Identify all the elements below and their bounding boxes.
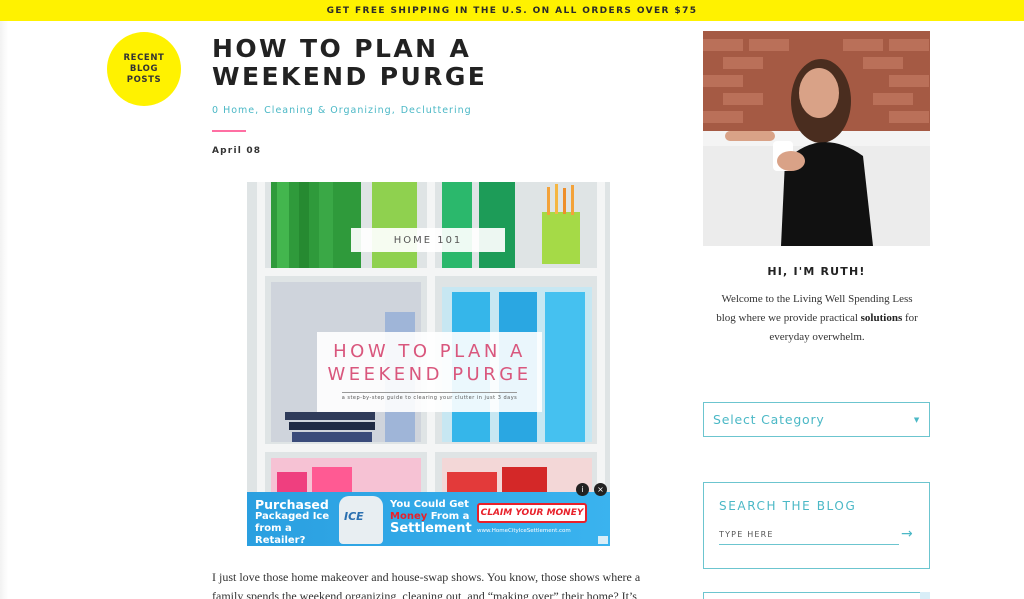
ad-close-icon[interactable]: × xyxy=(594,483,607,496)
meta-separator: , xyxy=(255,105,260,116)
meta-separator: , xyxy=(391,105,396,116)
recent-posts-badge[interactable]: RECENT BLOG POSTS xyxy=(107,32,181,106)
promo-bar[interactable]: GET FREE SHIPPING IN THE U.S. ON ALL ORD… xyxy=(0,0,1024,21)
ad-mid-line-1: You Could Get xyxy=(390,499,469,510)
post-title: HOW TO PLAN A WEEKEND PURGE xyxy=(212,34,488,91)
arrow-right-icon[interactable]: → xyxy=(901,526,913,542)
post-body-text: I just love those home makeover and hous… xyxy=(212,570,641,599)
hero-subtitle: a step-by-step guide to clearing your cl… xyxy=(341,392,518,401)
ad-left-line-2: Packaged Ice xyxy=(255,511,330,522)
ad-banner[interactable]: Purchased Packaged Ice from a Retailer? … xyxy=(247,483,610,547)
hero-label: HOME 101 xyxy=(351,228,505,252)
category-select-value: Select Category xyxy=(713,412,825,427)
author-photo xyxy=(703,31,930,246)
ad-left-line-3: from a Retailer? xyxy=(255,523,306,546)
promo-text: GET FREE SHIPPING IN THE U.S. ON ALL ORD… xyxy=(326,5,698,16)
ad-left-line-1: Purchased xyxy=(255,497,329,512)
ad-url: www.HomeCityIceSettlement.com xyxy=(477,528,571,534)
ice-bag-label: ICE xyxy=(344,510,364,523)
ad-mid-text: You Could Get Money From a Settlement xyxy=(390,499,472,536)
comment-count-link[interactable]: 0 xyxy=(212,105,219,116)
hero-title-line-1: HOW TO PLAN A xyxy=(333,341,526,362)
chevron-down-icon: ▼ xyxy=(913,415,920,424)
claim-money-button[interactable]: CLAIM YOUR MONEY xyxy=(477,503,587,523)
category-link-decluttering[interactable]: Decluttering xyxy=(401,105,472,116)
badge-line-1: RECENT xyxy=(123,52,165,63)
next-sidebar-widget xyxy=(703,592,930,599)
author-photo-illustration xyxy=(703,31,930,246)
hero-title-card: HOW TO PLAN A WEEKEND PURGE a step-by-st… xyxy=(317,332,542,412)
sidebar-intro: Welcome to the Living Well Spending Less… xyxy=(712,290,922,347)
badge-line-2: BLOG xyxy=(129,63,159,74)
category-select[interactable]: Select Category ▼ xyxy=(703,402,930,437)
hero-title-line-2: WEEKEND PURGE xyxy=(327,364,532,385)
ad-left-text: Purchased Packaged Ice from a Retailer? xyxy=(255,497,335,547)
ad-choices-icon[interactable] xyxy=(920,592,930,599)
post-date: April 08 xyxy=(212,146,262,156)
category-link-home[interactable]: Home xyxy=(223,105,255,116)
title-divider xyxy=(212,130,246,132)
post-meta: 0 Home, Cleaning & Organizing, Declutterin… xyxy=(212,105,472,116)
search-input[interactable] xyxy=(719,525,899,545)
badge-line-3: POSTS xyxy=(126,74,162,85)
category-link-cleaning[interactable]: Cleaning & Organizing xyxy=(264,105,392,116)
sidebar-intro-bold: solutions xyxy=(860,312,903,324)
ad-choices-icon[interactable] xyxy=(598,536,608,544)
page-edge xyxy=(0,21,8,599)
ad-mid-line-3: Settlement xyxy=(390,521,472,536)
search-title: SEARCH THE BLOG xyxy=(719,499,857,513)
ad-info-icon[interactable]: i xyxy=(576,483,589,496)
sidebar-greeting: HI, I'M RUTH! xyxy=(767,265,866,278)
search-widget: SEARCH THE BLOG → xyxy=(703,482,930,569)
